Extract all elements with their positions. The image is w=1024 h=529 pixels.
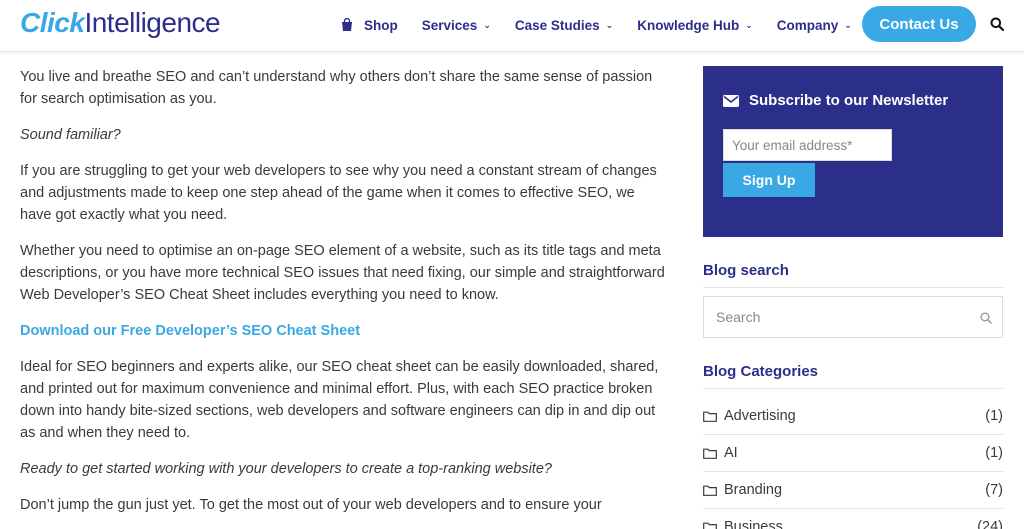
folder-icon: [703, 522, 717, 529]
blog-categories-heading: Blog Categories: [703, 363, 1003, 389]
nav-item-services[interactable]: Services ⌄: [422, 18, 491, 33]
article-paragraph: Whether you need to optimise an on-page …: [20, 243, 665, 303]
category-name: Branding: [724, 482, 783, 498]
article-paragraph: Don’t jump the gun just yet. To get the …: [20, 497, 602, 513]
folder-icon: [703, 448, 717, 459]
article-paragraph: If you are struggling to get your web de…: [20, 163, 657, 223]
nav-item-services-label: Services: [421, 17, 478, 33]
nav-item-knowledge-hub[interactable]: Knowledge Hub ⌄: [637, 18, 753, 33]
search-icon[interactable]: [990, 17, 1004, 31]
shopping-bag-icon: [342, 18, 352, 31]
logo-click-text: Click: [20, 7, 85, 38]
nav-item-shop[interactable]: Shop: [340, 18, 398, 33]
newsletter-title-text: Subscribe to our Newsletter: [749, 92, 949, 109]
category-item-ai[interactable]: AI (1): [703, 435, 1003, 472]
category-list: Advertising (1) AI (1) Branding (7) Busi…: [703, 398, 1003, 529]
nav-item-company-label: Company: [776, 17, 839, 33]
nav-item-case-studies-label: Case Studies: [514, 17, 600, 33]
category-count: (7): [985, 482, 1003, 498]
site-logo[interactable]: ClickIntelligence: [20, 6, 221, 40]
chevron-down-icon: ⌄: [605, 19, 614, 30]
main-nav: Shop Services ⌄ Case Studies ⌄ Knowledge…: [340, 0, 876, 50]
site-header: ClickIntelligence Shop Services ⌄ Case S…: [0, 0, 1024, 52]
envelope-icon: [723, 94, 739, 107]
nav-item-company[interactable]: Company ⌄: [777, 18, 852, 33]
article-paragraph: Sound familiar?: [20, 127, 121, 143]
email-placeholder: Your email address*: [732, 137, 853, 153]
category-name: Business: [724, 519, 783, 529]
newsletter-email-input[interactable]: Your email address*: [723, 129, 892, 161]
nav-item-knowledge-hub-label: Knowledge Hub: [637, 17, 740, 33]
folder-icon: [703, 485, 717, 496]
chevron-down-icon: ⌄: [844, 19, 852, 30]
sign-up-button[interactable]: Sign Up: [723, 163, 815, 197]
category-item-advertising[interactable]: Advertising (1): [703, 398, 1003, 435]
category-item-branding[interactable]: Branding (7): [703, 472, 1003, 509]
category-name: Advertising: [724, 408, 796, 424]
category-count: (24): [977, 519, 1003, 529]
newsletter-box: Subscribe to our Newsletter Your email a…: [703, 66, 1003, 237]
contact-us-button[interactable]: Contact Us: [862, 6, 976, 42]
blog-search-input[interactable]: Search: [703, 296, 1003, 338]
category-count: (1): [985, 408, 1003, 424]
download-cheat-sheet-link[interactable]: Download our Free Developer’s SEO Cheat …: [20, 320, 665, 342]
category-count: (1): [985, 445, 1003, 461]
article-body: You live and breathe SEO and can’t under…: [20, 66, 665, 529]
newsletter-title: Subscribe to our Newsletter: [723, 92, 948, 109]
article-paragraph: Ideal for SEO beginners and experts alik…: [20, 359, 659, 441]
chevron-down-icon: ⌄: [483, 19, 491, 30]
blog-search-heading: Blog search: [703, 262, 1003, 288]
search-placeholder: Search: [716, 309, 761, 325]
category-name: AI: [724, 445, 738, 461]
chevron-down-icon: ⌄: [745, 19, 753, 30]
article-paragraph: Ready to get started working with your d…: [20, 461, 552, 477]
category-item-business[interactable]: Business (24): [703, 509, 1003, 529]
logo-intelligence-text: Intelligence: [84, 7, 221, 38]
folder-icon: [703, 411, 717, 422]
nav-item-shop-label: Shop: [364, 17, 398, 33]
nav-item-case-studies[interactable]: Case Studies ⌄: [515, 18, 613, 33]
article-paragraph: You live and breathe SEO and can’t under…: [20, 69, 653, 107]
search-icon[interactable]: [980, 312, 992, 324]
